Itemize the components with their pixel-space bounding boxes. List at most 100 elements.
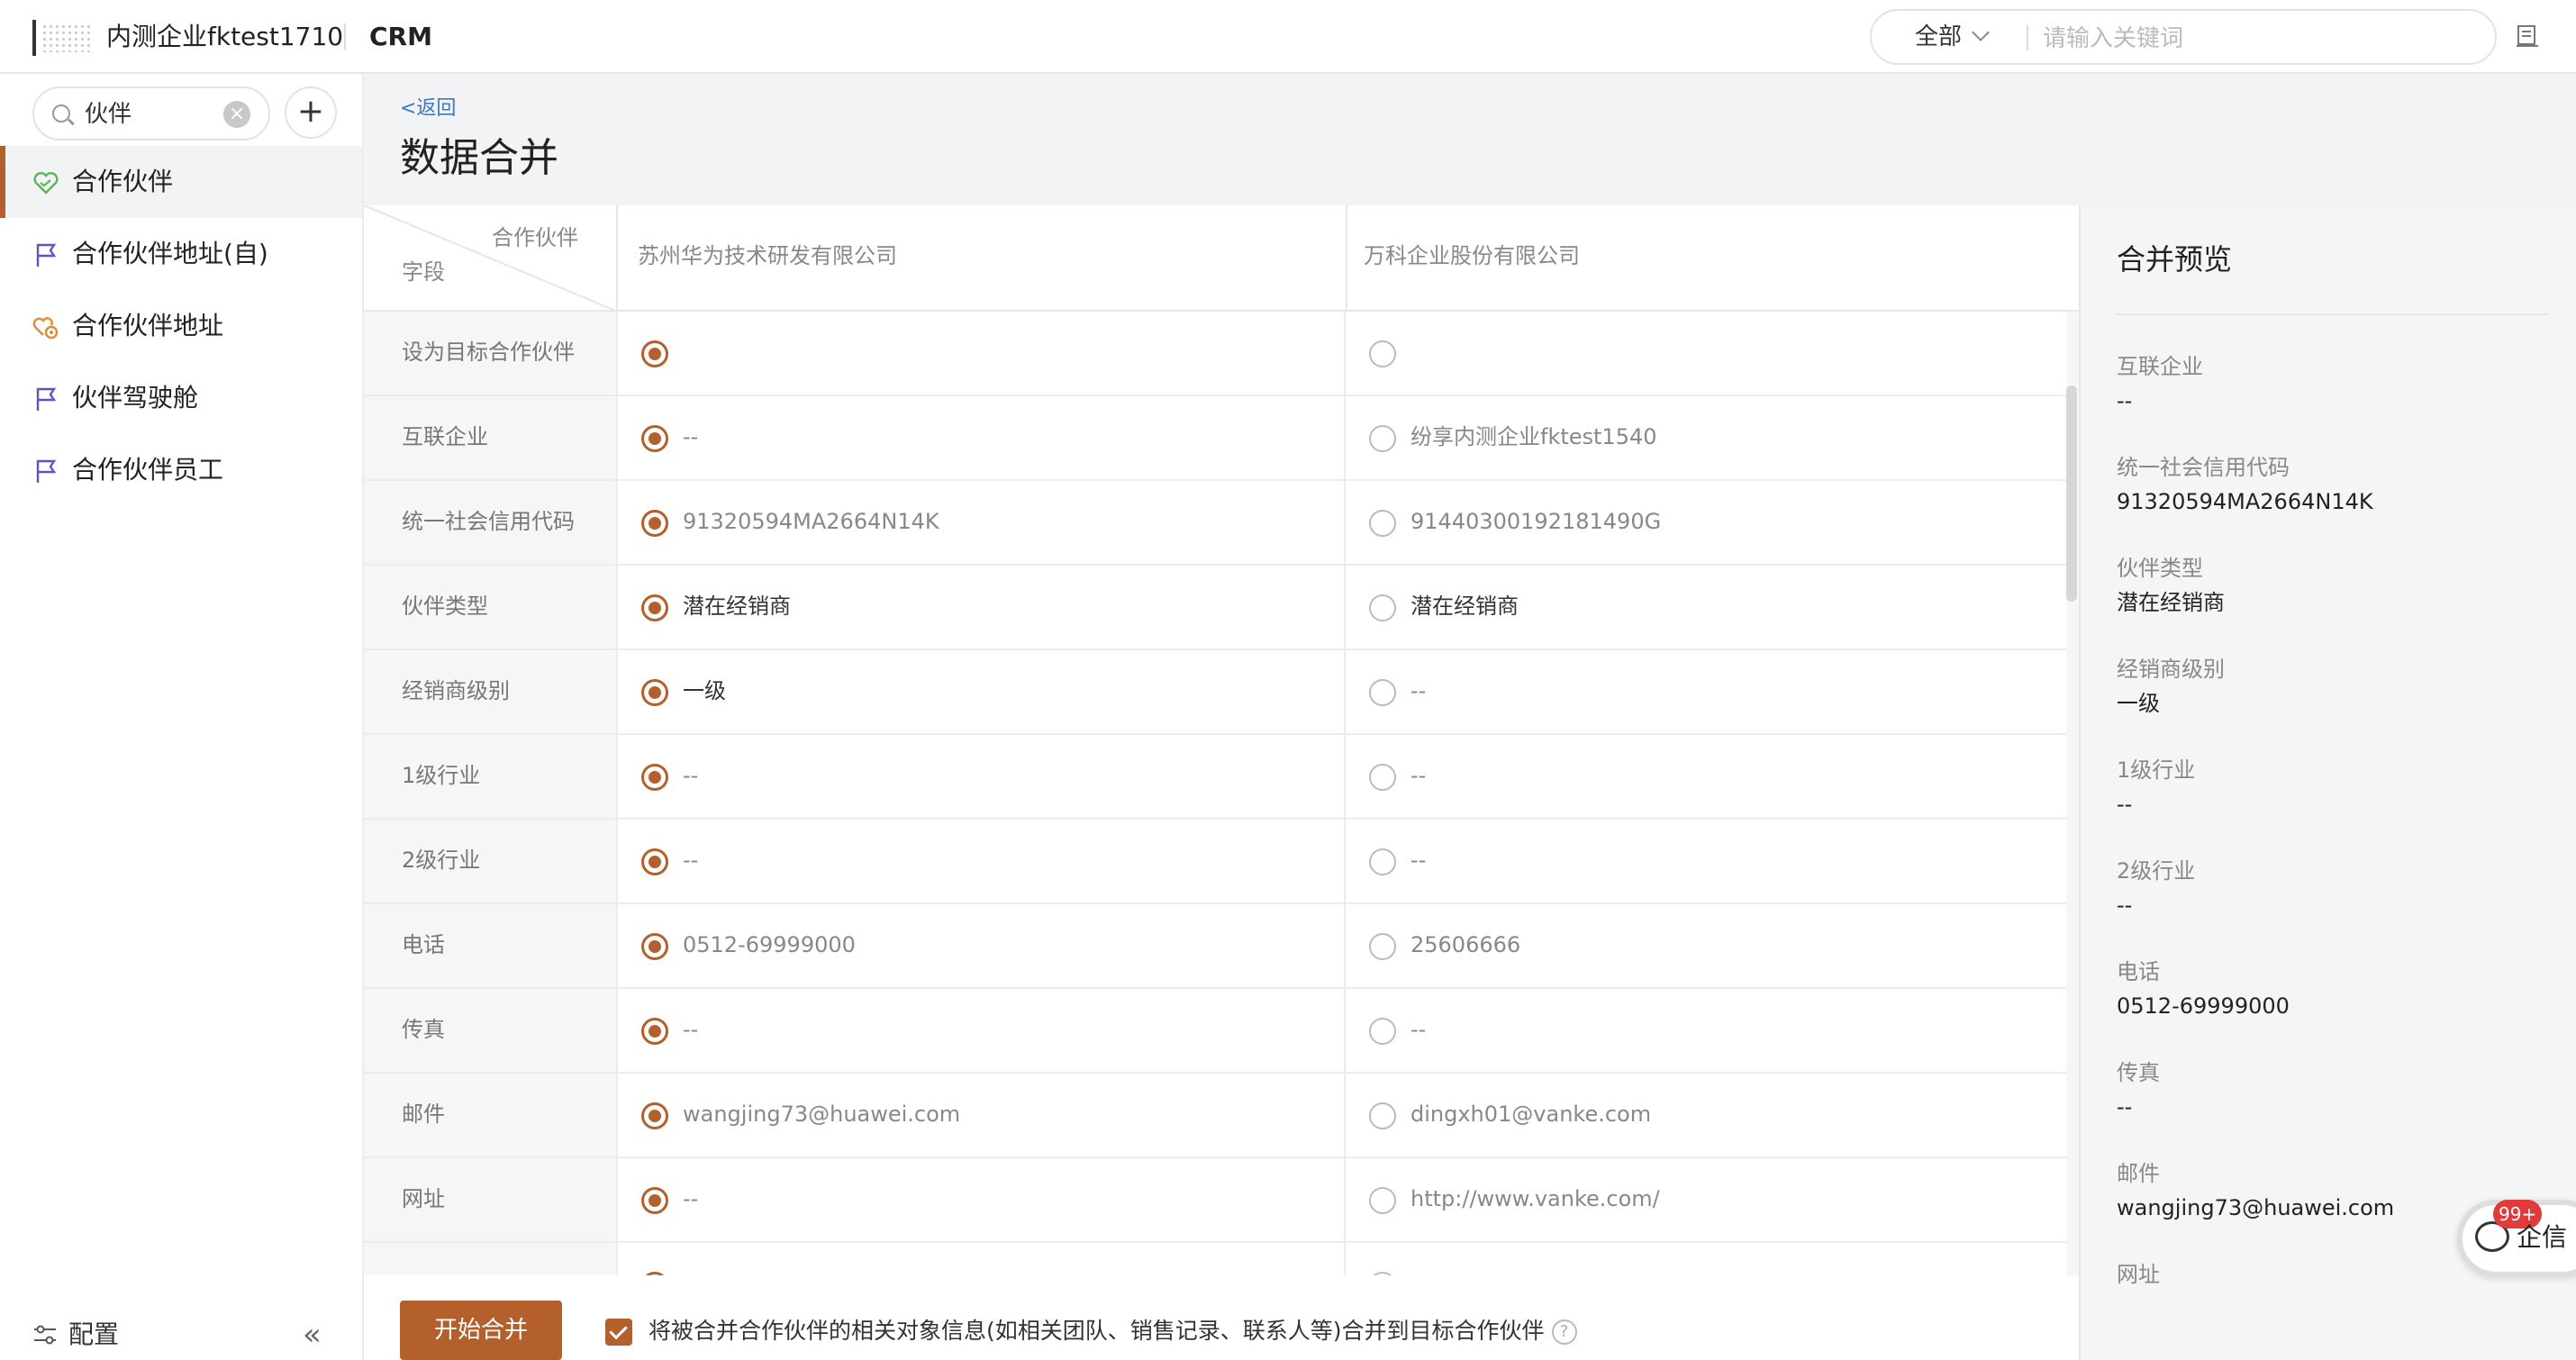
chat-widget[interactable]: 99+ 企信: [2457, 1200, 2576, 1277]
preview-value: 91320594MA2664N14K: [2117, 489, 2373, 514]
table-row: 邮件 wangjing73@huawei.com dingxh01@vanke.…: [364, 1074, 2066, 1158]
table-row: 2级行业 -- --: [364, 820, 2066, 904]
source-a-cell[interactable]: 91320594MA2664N14K: [618, 481, 1346, 564]
header-corner-cell: 合作伙伴 字段: [364, 205, 618, 312]
config-link[interactable]: 配置: [68, 1317, 119, 1353]
flag-icon: [36, 459, 57, 483]
source-b-cell[interactable]: http://www.vanke.com/: [1346, 1158, 2066, 1241]
source-b-cell[interactable]: 25606666: [1346, 904, 2066, 987]
radio-selected[interactable]: [641, 1187, 668, 1214]
radio-selected[interactable]: [641, 933, 668, 960]
add-button[interactable]: +: [285, 86, 337, 139]
source-b-cell[interactable]: --: [1346, 820, 2066, 902]
radio-selected[interactable]: [641, 1018, 668, 1045]
global-search[interactable]: 全部 请输入关键词: [1870, 9, 2497, 65]
sidebar-item-label: 合作伙伴地址: [72, 311, 224, 340]
collapse-sidebar-icon[interactable]: «: [303, 1319, 322, 1351]
source-a-cell[interactable]: --: [618, 396, 1346, 479]
cell-value: --: [1410, 848, 1427, 873]
source-a-cell[interactable]: --: [618, 735, 1346, 818]
sidebar-search[interactable]: 伙伴 ×: [32, 86, 270, 141]
radio-unselected[interactable]: [1369, 1018, 1396, 1045]
start-merge-button[interactable]: 开始合并: [400, 1301, 562, 1360]
main-content: <返回 数据合并 合作伙伴 字段 苏州华为技术研发有限公司 万科企业股份有限公司…: [364, 74, 2576, 1360]
scrollbar-thumb[interactable]: [2066, 385, 2077, 602]
radio-unselected[interactable]: [1369, 425, 1396, 452]
source-b-cell[interactable]: --: [1346, 735, 2066, 818]
field-name: 邮件: [402, 1102, 445, 1127]
source-b-cell[interactable]: --: [1346, 650, 2066, 733]
source-a-cell[interactable]: [618, 1243, 1346, 1275]
company-logo[interactable]: [32, 20, 94, 56]
source-b-cell[interactable]: [1346, 1243, 2066, 1275]
preview-value: --: [2117, 388, 2133, 413]
field-name-cell: 电话: [364, 904, 618, 987]
sidebar-item-partner-address[interactable]: 合作伙伴地址: [0, 290, 362, 362]
sidebar-item-partner[interactable]: 合作伙伴: [0, 146, 362, 218]
field-name: 网址: [402, 1186, 445, 1211]
radio-unselected[interactable]: [1369, 764, 1396, 791]
source-a-cell[interactable]: --: [618, 989, 1346, 1072]
field-name-cell: 2级行业: [364, 820, 618, 902]
cell-value: --: [683, 1186, 699, 1211]
preview-value: 0512-69999000: [2117, 993, 2290, 1019]
notes-icon[interactable]: [2515, 23, 2540, 49]
table-row: 统一社会信用代码 91320594MA2664N14K 914403001921…: [364, 481, 2066, 566]
radio-selected[interactable]: [641, 848, 668, 875]
radio-unselected[interactable]: [1369, 594, 1396, 621]
settings-sliders-icon[interactable]: [32, 1324, 58, 1346]
preview-value: 潜在经销商: [2117, 590, 2225, 615]
radio-selected[interactable]: [641, 679, 668, 706]
field-name: 电话: [402, 932, 445, 957]
source-b-cell[interactable]: dingxh01@vanke.com: [1346, 1074, 2066, 1156]
source-a-cell[interactable]: [618, 312, 1346, 394]
source-a-cell[interactable]: wangjing73@huawei.com: [618, 1074, 1346, 1156]
preview-key: 伙伴类型: [2117, 556, 2203, 581]
source-b-cell[interactable]: 纷享内测企业fktest1540: [1346, 396, 2066, 479]
radio-unselected[interactable]: [1369, 1187, 1396, 1214]
search-input[interactable]: 请输入关键词: [2043, 23, 2183, 54]
radio-unselected[interactable]: [1369, 340, 1396, 367]
source-a-cell[interactable]: 潜在经销商: [618, 566, 1346, 648]
sidebar-item-partner-staff[interactable]: 合作伙伴员工: [0, 434, 362, 506]
source-b-cell[interactable]: 91440300192181490G: [1346, 481, 2066, 564]
cell-value: --: [683, 848, 699, 873]
tenant-name[interactable]: 内测企业fktest1710: [106, 20, 343, 54]
radio-selected[interactable]: [641, 764, 668, 791]
sidebar-item-partner-cockpit[interactable]: 伙伴驾驶舱: [0, 362, 362, 434]
radio-selected[interactable]: [641, 340, 668, 367]
merge-related-checkbox[interactable]: [605, 1319, 632, 1346]
radio-unselected[interactable]: [1369, 679, 1396, 706]
help-icon[interactable]: ?: [1551, 1319, 1577, 1345]
back-link[interactable]: <返回: [400, 95, 456, 122]
radio-unselected[interactable]: [1369, 1102, 1396, 1129]
field-name: 经销商级别: [402, 678, 510, 703]
app-name[interactable]: CRM: [369, 20, 432, 54]
chevron-down-icon: [1972, 23, 1990, 41]
radio-selected[interactable]: [641, 1102, 668, 1129]
search-scope-dropdown[interactable]: 全部: [1915, 22, 1990, 52]
column-title-source-b: 万科企业股份有限公司: [1364, 243, 1580, 268]
preview-key: 电话: [2117, 959, 2160, 984]
sidebar-item-partner-address-self[interactable]: 合作伙伴地址(自): [0, 218, 362, 290]
source-a-cell[interactable]: 一级: [618, 650, 1346, 733]
source-b-cell[interactable]: --: [1346, 989, 2066, 1072]
preview-key: 传真: [2117, 1060, 2160, 1085]
radio-unselected[interactable]: [1369, 848, 1396, 875]
radio-selected[interactable]: [641, 425, 668, 452]
source-b-cell[interactable]: 潜在经销商: [1346, 566, 2066, 648]
sidebar-search-input[interactable]: 伙伴: [85, 99, 132, 130]
radio-selected[interactable]: [641, 594, 668, 621]
source-a-cell[interactable]: 0512-69999000: [618, 904, 1346, 987]
preview-value: 一级: [2117, 691, 2160, 716]
radio-unselected[interactable]: [1369, 933, 1396, 960]
clear-icon[interactable]: ×: [223, 101, 250, 128]
source-b-cell[interactable]: [1346, 312, 2066, 394]
preview-item: 经销商级别 一级: [2117, 654, 2549, 719]
radio-unselected[interactable]: [1369, 510, 1396, 537]
source-a-cell[interactable]: --: [618, 1158, 1346, 1241]
radio-selected[interactable]: [641, 510, 668, 537]
merge-related-text: 将被合并合作伙伴的相关对象信息(如相关团队、销售记录、联系人等)合并到目标合作伙…: [649, 1318, 1545, 1344]
merge-preview-panel: 合并预览 互联企业 -- 统一社会信用代码 91320594MA2664N14K 伙…: [2079, 205, 2576, 1360]
source-a-cell[interactable]: --: [618, 820, 1346, 902]
